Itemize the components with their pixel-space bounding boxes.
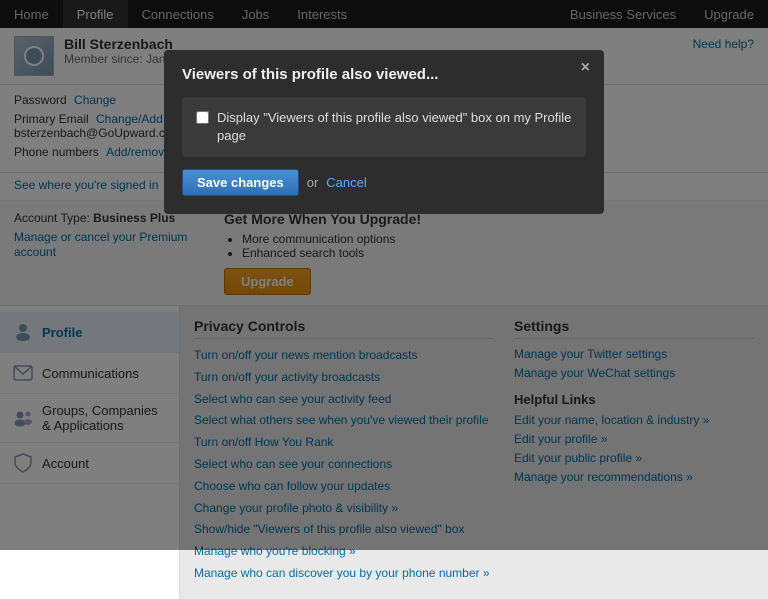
modal-actions: Save changes or Cancel [182, 169, 586, 196]
modal-checkbox-row: Display "Viewers of this profile also vi… [196, 109, 572, 145]
modal-close-button[interactable]: × [581, 60, 590, 76]
modal-overlay: Viewers of this profile also viewed... ×… [0, 0, 768, 550]
modal-title: Viewers of this profile also viewed... [182, 66, 586, 83]
modal-body: Display "Viewers of this profile also vi… [182, 97, 586, 157]
or-text: or [307, 175, 319, 190]
modal-dialog: Viewers of this profile also viewed... ×… [164, 50, 604, 214]
privacy-link-10[interactable]: Manage who can discover you by your phon… [194, 565, 494, 582]
viewers-checkbox[interactable] [196, 111, 209, 124]
viewers-checkbox-label: Display "Viewers of this profile also vi… [217, 109, 572, 145]
save-changes-button[interactable]: Save changes [182, 169, 299, 196]
cancel-link[interactable]: Cancel [326, 175, 366, 190]
